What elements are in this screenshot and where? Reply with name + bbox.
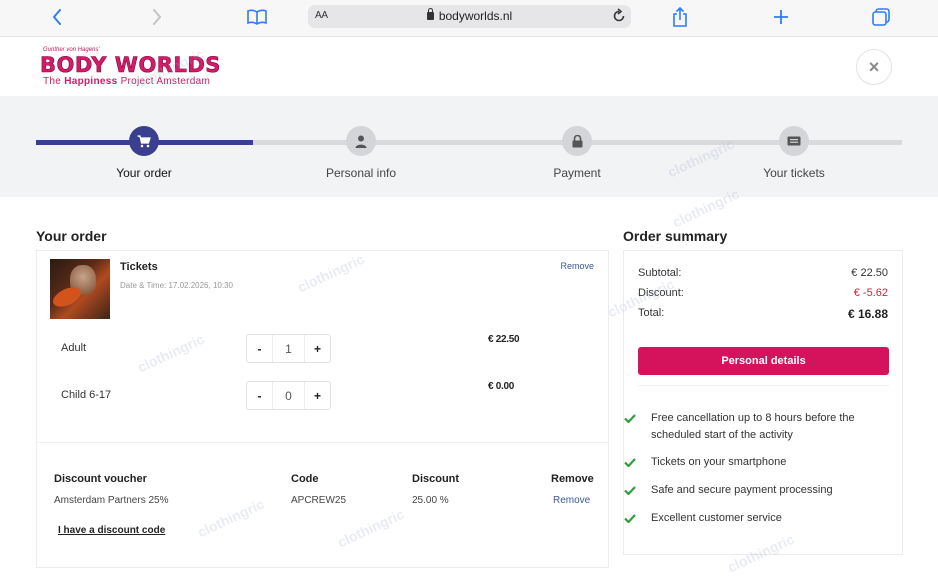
benefit-item: Safe and secure payment processing — [624, 482, 881, 499]
exhibition-thumbnail — [50, 259, 110, 319]
divider — [37, 442, 608, 443]
address-bar[interactable]: AA bodyworlds.nl — [308, 5, 631, 28]
step-your-order[interactable]: Your order — [64, 126, 224, 180]
discount-row: Discount: € -5.62 — [638, 287, 888, 299]
personal-details-button[interactable]: Personal details — [638, 347, 889, 375]
browser-toolbar: AA bodyworlds.nl — [0, 0, 938, 37]
checkmark-icon — [624, 486, 636, 495]
order-summary-card: Subtotal: € 22.50 Discount: € -5.62 Tota… — [623, 250, 903, 555]
benefit-item: Free cancellation up to 8 hours before t… — [624, 410, 881, 444]
checkout-steps: Your order Personal info Payment Your ti… — [0, 96, 938, 197]
lock-icon — [426, 8, 434, 20]
body-worlds-logo[interactable]: Gunther von Hagens' BODY WORLDS The Happ… — [40, 46, 230, 87]
quantity-stepper: - 0 + — [246, 381, 331, 410]
order-card: Tickets Date & Time: 17.02.2026, 10:30 R… — [36, 250, 609, 568]
increase-button[interactable]: + — [305, 382, 330, 409]
decrease-button[interactable]: - — [247, 335, 272, 362]
divider — [638, 385, 889, 386]
new-tab-icon[interactable] — [772, 6, 790, 28]
checkmark-icon — [624, 414, 636, 423]
decrease-button[interactable]: - — [247, 382, 272, 409]
step-label: Personal info — [325, 166, 397, 180]
close-icon: × — [868, 56, 880, 77]
discount-percentage: 25.00 % — [412, 495, 449, 506]
ticket-icon — [779, 126, 809, 156]
increase-button[interactable]: + — [305, 335, 330, 362]
tickets-title: Tickets — [120, 261, 158, 273]
cart-icon — [129, 126, 159, 156]
ticket-price: € 22.50 — [488, 334, 520, 345]
close-button[interactable]: × — [856, 49, 892, 85]
benefit-item: Excellent customer service — [624, 510, 881, 527]
ticket-row-child: Child 6-17 - 0 + € 0.00 — [37, 381, 610, 411]
subtotal-label: Subtotal: — [638, 267, 682, 279]
logo-subtitle: The Happiness Project Amsterdam — [43, 76, 211, 87]
reload-icon[interactable] — [612, 8, 626, 29]
discount-code-value: APCREW25 — [291, 495, 347, 506]
bookmarks-icon[interactable] — [246, 6, 268, 28]
discount-label: Discount: — [638, 287, 684, 299]
quantity-value[interactable]: 0 — [272, 382, 305, 409]
ticket-type-label: Child 6-17 — [61, 389, 112, 401]
discount-voucher-header: Discount voucher — [54, 473, 147, 485]
step-label: Payment — [553, 166, 601, 180]
remove-discount-link[interactable]: Remove — [553, 495, 590, 506]
checkmark-icon — [624, 458, 636, 467]
url-text: bodyworlds.nl — [438, 9, 513, 23]
remove-tickets-link[interactable]: Remove — [560, 261, 594, 271]
lock-icon — [562, 126, 592, 156]
quantity-value[interactable]: 1 — [272, 335, 305, 362]
order-section-title: Your order — [36, 228, 107, 244]
discount-remove-header: Remove — [551, 473, 594, 485]
person-icon — [346, 126, 376, 156]
benefit-item: Tickets on your smartphone — [624, 454, 881, 471]
discount-value: € -5.62 — [853, 287, 888, 299]
quantity-stepper: - 1 + — [246, 334, 331, 363]
total-value: € 16.88 — [847, 307, 888, 321]
discount-code-header: Code — [291, 473, 319, 485]
step-personal-info[interactable]: Personal info — [281, 126, 441, 180]
forward-icon[interactable] — [149, 6, 165, 28]
back-icon[interactable] — [49, 6, 65, 28]
summary-section-title: Order summary — [623, 228, 728, 244]
ticket-type-label: Adult — [61, 342, 87, 354]
ticket-price: € 0.00 — [488, 381, 515, 392]
discount-amount-header: Discount — [412, 473, 460, 485]
discount-voucher-name: Amsterdam Partners 25% — [54, 495, 169, 506]
step-payment[interactable]: Payment — [497, 126, 657, 180]
ticket-row-adult: Adult - 1 + € 22.50 — [37, 334, 610, 364]
tabs-icon[interactable] — [871, 6, 891, 28]
logo-wordmark: BODY WORLDS — [40, 53, 221, 78]
ticket-date-time: Date & Time: 17.02.2026, 10:30 — [120, 281, 233, 290]
subtotal-value: € 22.50 — [851, 267, 888, 279]
step-label: Your tickets — [763, 166, 825, 180]
site-header: Gunther von Hagens' BODY WORLDS The Happ… — [0, 37, 938, 96]
step-label: Your order — [116, 166, 172, 180]
total-label: Total: — [638, 307, 665, 319]
subtotal-row: Subtotal: € 22.50 — [638, 267, 888, 279]
checkmark-icon — [624, 514, 636, 523]
share-icon[interactable] — [671, 6, 689, 28]
step-your-tickets[interactable]: Your tickets — [714, 126, 874, 180]
total-row: Total: € 16.88 — [638, 307, 888, 321]
discount-code-link[interactable]: I have a discount code — [58, 525, 165, 536]
